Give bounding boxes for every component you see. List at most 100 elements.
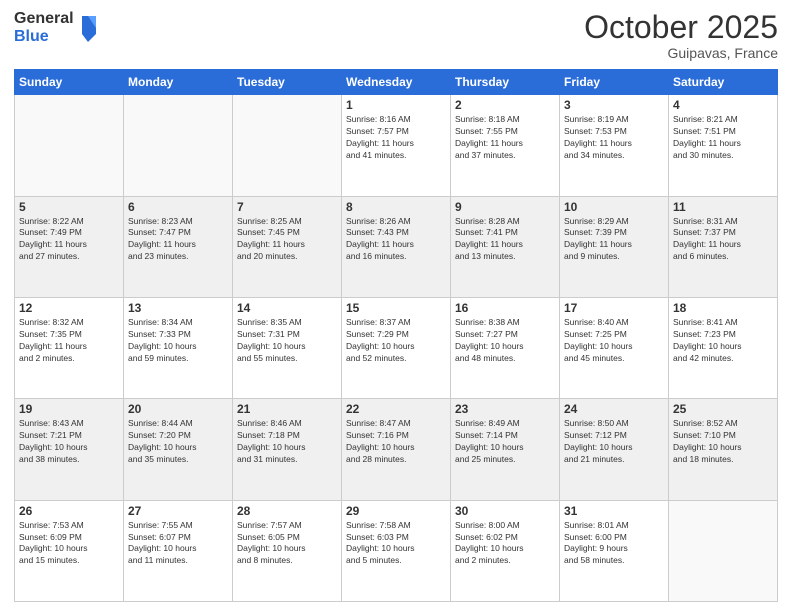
- table-row: 31Sunrise: 8:01 AM Sunset: 6:00 PM Dayli…: [560, 500, 669, 601]
- day-number: 3: [564, 98, 664, 112]
- day-info: Sunrise: 8:31 AM Sunset: 7:37 PM Dayligh…: [673, 216, 773, 264]
- day-info: Sunrise: 8:23 AM Sunset: 7:47 PM Dayligh…: [128, 216, 228, 264]
- day-info: Sunrise: 8:19 AM Sunset: 7:53 PM Dayligh…: [564, 114, 664, 162]
- day-info: Sunrise: 8:00 AM Sunset: 6:02 PM Dayligh…: [455, 520, 555, 568]
- table-row: 26 Sunrise: 7:53 AM Sunset: 6:09 PM Dayli…: [15, 500, 124, 601]
- day-info: Sunrise: 8:41 AM Sunset: 7:23 PM Dayligh…: [673, 317, 773, 365]
- day-info: Sunrise: 7:58 AM Sunset: 6:03 PM Dayligh…: [346, 520, 446, 568]
- table-row: 5 Sunrise: 8:22 AM Sunset: 7:49 PM Daylig…: [15, 196, 124, 297]
- table-row: 28 Sunrise: 7:57 AM Sunset: 6:05 PM Dayli…: [233, 500, 342, 601]
- col-monday: Monday: [124, 70, 233, 95]
- calendar-week-row: 26 Sunrise: 7:53 AM Sunset: 6:09 PM Dayli…: [15, 500, 778, 601]
- day-info: Sunrise: 8:22 AM Sunset: 7:49 PM Dayligh…: [19, 216, 119, 264]
- day-number: 28: [237, 504, 337, 518]
- day-number: 17: [564, 301, 664, 315]
- col-saturday: Saturday: [669, 70, 778, 95]
- table-row: 21Sunrise: 8:46 AM Sunset: 7:18 PM Dayli…: [233, 399, 342, 500]
- table-row: 3 Sunrise: 8:19 AM Sunset: 7:53 PM Daylig…: [560, 95, 669, 196]
- calendar-week-row: 19 Sunrise: 8:43 AM Sunset: 7:21 PM Dayli…: [15, 399, 778, 500]
- logo-icon: [78, 14, 98, 42]
- calendar-week-row: 1 Sunrise: 8:16 AM Sunset: 7:57 PM Daylig…: [15, 95, 778, 196]
- logo-general-text: General: [14, 10, 74, 28]
- table-row: 14 Sunrise: 8:35 AM Sunset: 7:31 PM Dayli…: [233, 297, 342, 398]
- day-info: Sunrise: 8:29 AM Sunset: 7:39 PM Dayligh…: [564, 216, 664, 264]
- table-row: 22Sunrise: 8:47 AM Sunset: 7:16 PM Dayli…: [342, 399, 451, 500]
- col-sunday: Sunday: [15, 70, 124, 95]
- calendar-table: Sunday Monday Tuesday Wednesday Thursday…: [14, 69, 778, 602]
- title-block: October 2025 Guipavas, France: [584, 10, 778, 61]
- table-row: 8Sunrise: 8:26 AM Sunset: 7:43 PM Daylig…: [342, 196, 451, 297]
- day-number: 6: [128, 200, 228, 214]
- day-info: Sunrise: 8:40 AM Sunset: 7:25 PM Dayligh…: [564, 317, 664, 365]
- table-row: 10Sunrise: 8:29 AM Sunset: 7:39 PM Dayli…: [560, 196, 669, 297]
- day-info: Sunrise: 8:52 AM Sunset: 7:10 PM Dayligh…: [673, 418, 773, 466]
- day-info: Sunrise: 8:25 AM Sunset: 7:45 PM Dayligh…: [237, 216, 337, 264]
- day-info: Sunrise: 8:21 AM Sunset: 7:51 PM Dayligh…: [673, 114, 773, 162]
- col-thursday: Thursday: [451, 70, 560, 95]
- day-info: Sunrise: 8:34 AM Sunset: 7:33 PM Dayligh…: [128, 317, 228, 365]
- day-info: Sunrise: 8:37 AM Sunset: 7:29 PM Dayligh…: [346, 317, 446, 365]
- table-row: 30 Sunrise: 8:00 AM Sunset: 6:02 PM Dayli…: [451, 500, 560, 601]
- day-info: Sunrise: 8:18 AM Sunset: 7:55 PM Dayligh…: [455, 114, 555, 162]
- calendar-week-row: 12Sunrise: 8:32 AM Sunset: 7:35 PM Dayli…: [15, 297, 778, 398]
- day-number: 13: [128, 301, 228, 315]
- page-header: General Blue October 2025 Guipavas, Fran…: [14, 10, 778, 61]
- day-number: 19: [19, 402, 119, 416]
- day-number: 29: [346, 504, 446, 518]
- location: Guipavas, France: [584, 45, 778, 61]
- day-number: 7: [237, 200, 337, 214]
- day-number: 27: [128, 504, 228, 518]
- day-info: Sunrise: 8:43 AM Sunset: 7:21 PM Dayligh…: [19, 418, 119, 466]
- day-number: 4: [673, 98, 773, 112]
- day-number: 1: [346, 98, 446, 112]
- day-info: Sunrise: 7:57 AM Sunset: 6:05 PM Dayligh…: [237, 520, 337, 568]
- day-number: 26: [19, 504, 119, 518]
- table-row: 23Sunrise: 8:49 AM Sunset: 7:14 PM Dayli…: [451, 399, 560, 500]
- day-info: Sunrise: 7:55 AM Sunset: 6:07 PM Dayligh…: [128, 520, 228, 568]
- table-row: 6 Sunrise: 8:23 AM Sunset: 7:47 PM Daylig…: [124, 196, 233, 297]
- table-row: 17 Sunrise: 8:40 AM Sunset: 7:25 PM Dayli…: [560, 297, 669, 398]
- table-row: 24 Sunrise: 8:50 AM Sunset: 7:12 PM Dayli…: [560, 399, 669, 500]
- day-info: Sunrise: 8:38 AM Sunset: 7:27 PM Dayligh…: [455, 317, 555, 365]
- day-number: 14: [237, 301, 337, 315]
- day-info: Sunrise: 8:50 AM Sunset: 7:12 PM Dayligh…: [564, 418, 664, 466]
- table-row: 13 Sunrise: 8:34 AM Sunset: 7:33 PM Dayli…: [124, 297, 233, 398]
- month-title: October 2025: [584, 10, 778, 45]
- table-row: 19 Sunrise: 8:43 AM Sunset: 7:21 PM Dayli…: [15, 399, 124, 500]
- logo: General Blue: [14, 10, 98, 45]
- table-row: 9Sunrise: 8:28 AM Sunset: 7:41 PM Daylig…: [451, 196, 560, 297]
- day-info: Sunrise: 8:35 AM Sunset: 7:31 PM Dayligh…: [237, 317, 337, 365]
- day-info: Sunrise: 7:53 AM Sunset: 6:09 PM Dayligh…: [19, 520, 119, 568]
- table-row: 11 Sunrise: 8:31 AM Sunset: 7:37 PM Dayli…: [669, 196, 778, 297]
- day-info: Sunrise: 8:46 AM Sunset: 7:18 PM Dayligh…: [237, 418, 337, 466]
- day-number: 31: [564, 504, 664, 518]
- day-number: 5: [19, 200, 119, 214]
- day-number: 24: [564, 402, 664, 416]
- day-number: 12: [19, 301, 119, 315]
- day-info: Sunrise: 8:26 AM Sunset: 7:43 PM Dayligh…: [346, 216, 446, 264]
- day-number: 11: [673, 200, 773, 214]
- table-row: 15 Sunrise: 8:37 AM Sunset: 7:29 PM Dayli…: [342, 297, 451, 398]
- day-number: 16: [455, 301, 555, 315]
- day-info: Sunrise: 8:16 AM Sunset: 7:57 PM Dayligh…: [346, 114, 446, 162]
- day-number: 15: [346, 301, 446, 315]
- day-number: 9: [455, 200, 555, 214]
- day-info: Sunrise: 8:49 AM Sunset: 7:14 PM Dayligh…: [455, 418, 555, 466]
- calendar-week-row: 5 Sunrise: 8:22 AM Sunset: 7:49 PM Daylig…: [15, 196, 778, 297]
- calendar-header-row: Sunday Monday Tuesday Wednesday Thursday…: [15, 70, 778, 95]
- day-number: 18: [673, 301, 773, 315]
- table-row: [669, 500, 778, 601]
- table-row: 25Sunrise: 8:52 AM Sunset: 7:10 PM Dayli…: [669, 399, 778, 500]
- day-number: 20: [128, 402, 228, 416]
- table-row: [233, 95, 342, 196]
- table-row: 7 Sunrise: 8:25 AM Sunset: 7:45 PM Daylig…: [233, 196, 342, 297]
- table-row: [124, 95, 233, 196]
- col-friday: Friday: [560, 70, 669, 95]
- table-row: 12Sunrise: 8:32 AM Sunset: 7:35 PM Dayli…: [15, 297, 124, 398]
- logo-blue-text: Blue: [14, 28, 74, 46]
- day-number: 22: [346, 402, 446, 416]
- table-row: 1 Sunrise: 8:16 AM Sunset: 7:57 PM Daylig…: [342, 95, 451, 196]
- col-wednesday: Wednesday: [342, 70, 451, 95]
- day-number: 30: [455, 504, 555, 518]
- day-info: Sunrise: 8:44 AM Sunset: 7:20 PM Dayligh…: [128, 418, 228, 466]
